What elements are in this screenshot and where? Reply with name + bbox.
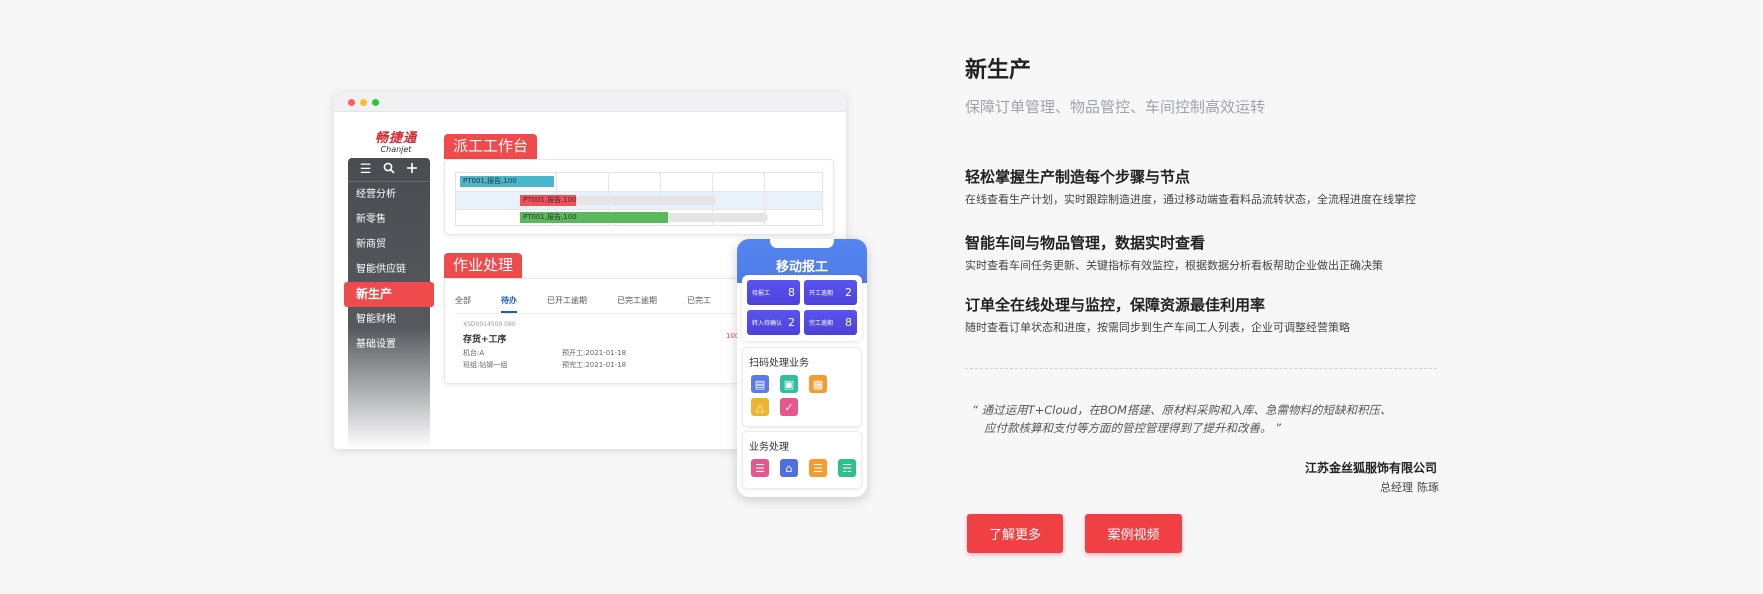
gantt-bar[interactable]: PT001,报告,100 xyxy=(520,212,668,223)
sidebar-toolbar: ☰ xyxy=(348,158,430,182)
feature-desc: 随时查看订单状态和进度，按需同步到生产车间工人列表，企业可调整经营策略 xyxy=(965,321,1350,334)
form-icon[interactable]: ☰ xyxy=(809,459,827,477)
tile-start-overdue[interactable]: 开工逾期 2 xyxy=(804,280,857,305)
case-video-button[interactable]: 案例视频 xyxy=(1085,514,1182,553)
task-machine: 机台:A xyxy=(463,349,485,357)
scan-bag-icon[interactable]: △ xyxy=(751,398,769,416)
dispatch-panel: PT001,报告,100 PT001,报告,100 PT001,报告,100 xyxy=(444,159,834,235)
business-card-title: 业务处理 xyxy=(749,442,789,453)
section-title: 新生产 xyxy=(965,58,1032,83)
feature-title: 订单全在线处理与监控，保障资源最佳利用率 xyxy=(965,296,1266,314)
testimonial-person: 总经理 陈琢 xyxy=(1376,479,1439,495)
tab-todo[interactable]: 待办 xyxy=(501,295,517,313)
person-role: 总经理 xyxy=(1380,481,1413,494)
scan-doc-icon[interactable]: ▤ xyxy=(751,375,769,393)
business-card: 业务处理 ☰ ⌂ ☰ ☴ xyxy=(742,431,862,489)
feature-desc: 在线查看生产计划，实时跟踪制造进度，通过移动端查看料品流转状态，全流程进度在线掌… xyxy=(965,193,1416,206)
scan-check-icon[interactable]: ✓ xyxy=(780,398,798,416)
plus-icon[interactable] xyxy=(406,162,418,178)
tab-finish-overdue[interactable]: 已完工逾期 xyxy=(617,295,657,313)
tab-finished[interactable]: 已完工 xyxy=(687,295,711,313)
app-sidebar: ☰ 经营分析 新零售 新商贸 智能供应链 新生产 智能财税 基础设置 xyxy=(344,158,434,449)
gantt-bar[interactable]: PT001,报告,100 xyxy=(520,195,577,206)
window-minimize-dot xyxy=(360,99,367,106)
page: 畅捷通 Chanjet ☰ 经营分析 新零售 新商贸 智能供应链 新生产 智能财… xyxy=(0,0,1763,594)
search-icon[interactable] xyxy=(383,162,395,178)
divider xyxy=(965,368,1437,369)
tab-all[interactable]: 全部 xyxy=(455,295,471,313)
sidebar-item-supply-chain[interactable]: 智能供应链 xyxy=(348,257,430,282)
feature-desc: 实时查看车间任务更新、关键指标有效监控，根据数据分析看板帮助企业做出正确决策 xyxy=(965,259,1383,272)
window-close-dot xyxy=(348,99,355,106)
task-team: 班组:钻铆一组 xyxy=(463,361,508,369)
gantt-bar[interactable]: PT001,报告,100 xyxy=(460,176,554,187)
scan-box-icon[interactable]: ▦ xyxy=(809,375,827,393)
section-subtitle: 保障订单管理、物品管控、车间控制高效运转 xyxy=(965,98,1266,116)
tile-finish-overdue[interactable]: 完工逾期 8 xyxy=(804,310,857,335)
list-icon[interactable]: ☰ xyxy=(751,459,769,477)
testimonial-quote-line1: “ 通过运用T+Cloud，在BOM搭建、原材料采购和入库、急需物料的短缺和积压… xyxy=(972,403,1392,417)
chanjet-logo: 畅捷通 Chanjet xyxy=(358,132,434,154)
testimonial-quote-line2: 应付款核算和支付等方面的管控管理得到了提升和改善。 ” xyxy=(984,421,1282,435)
sidebar-item-settings[interactable]: 基础设置 xyxy=(348,332,430,357)
window-titlebar xyxy=(334,92,846,112)
tab-start-overdue[interactable]: 已开工逾期 xyxy=(547,295,587,313)
sidebar-item-finance[interactable]: 智能财税 xyxy=(348,307,430,332)
task-plan-end: 预完工:2021-01-18 xyxy=(562,361,627,369)
logo-cn: 畅捷通 xyxy=(374,131,417,146)
testimonial-company: 江苏金丝狐服饰有限公司 xyxy=(1304,461,1437,475)
window-maximize-dot xyxy=(372,99,379,106)
home-icon[interactable]: ⌂ xyxy=(780,459,798,477)
logo-en: Chanjet xyxy=(380,145,412,154)
mobile-mockup: 移动报工 待报工 8 开工逾期 2 转入待确认 2 完工逾期 8 扫码处理业务 ▤ ▣ … xyxy=(737,239,867,497)
learn-more-button[interactable]: 了解更多 xyxy=(967,514,1063,553)
person-name: 陈琢 xyxy=(1417,481,1439,494)
task-tabs: 全部 待办 已开工逾期 已完工逾期 已完工 xyxy=(455,295,755,313)
task-plan-start: 预开工:2021-01-18 xyxy=(562,349,627,357)
feature-title: 智能车间与物品管理，数据实时查看 xyxy=(965,234,1206,252)
scan-card: 扫码处理业务 ▤ ▣ ▦ △ ✓ xyxy=(742,347,862,427)
sidebar-item-production[interactable]: 新生产 xyxy=(344,282,434,307)
order-number: XSD0014500 080 xyxy=(463,321,516,328)
sidebar-item-retail[interactable]: 新零售 xyxy=(348,207,430,232)
gantt-chart: PT001,报告,100 PT001,报告,100 PT001,报告,100 xyxy=(455,172,823,226)
tasks-tag: 作业处理 xyxy=(444,253,523,278)
file-icon[interactable]: ☴ xyxy=(838,459,856,477)
tile-to-confirm[interactable]: 转入待确认 2 xyxy=(747,310,800,335)
mobile-stat-tiles: 待报工 8 开工逾期 2 转入待确认 2 完工逾期 8 xyxy=(742,275,862,341)
feature-title: 轻松掌握生产制造每个步骤与节点 xyxy=(965,168,1191,186)
sidebar-item-analysis[interactable]: 经营分析 xyxy=(348,182,430,207)
sidebar-item-trade[interactable]: 新商贸 xyxy=(348,232,430,257)
dispatch-tag: 派工工作台 xyxy=(444,134,538,159)
scan-qr-icon[interactable]: ▣ xyxy=(780,375,798,393)
task-name[interactable]: 存货+工序 xyxy=(463,332,507,345)
menu-icon[interactable]: ☰ xyxy=(360,162,372,177)
tile-pending-report[interactable]: 待报工 8 xyxy=(747,280,800,305)
scan-card-title: 扫码处理业务 xyxy=(749,358,809,369)
